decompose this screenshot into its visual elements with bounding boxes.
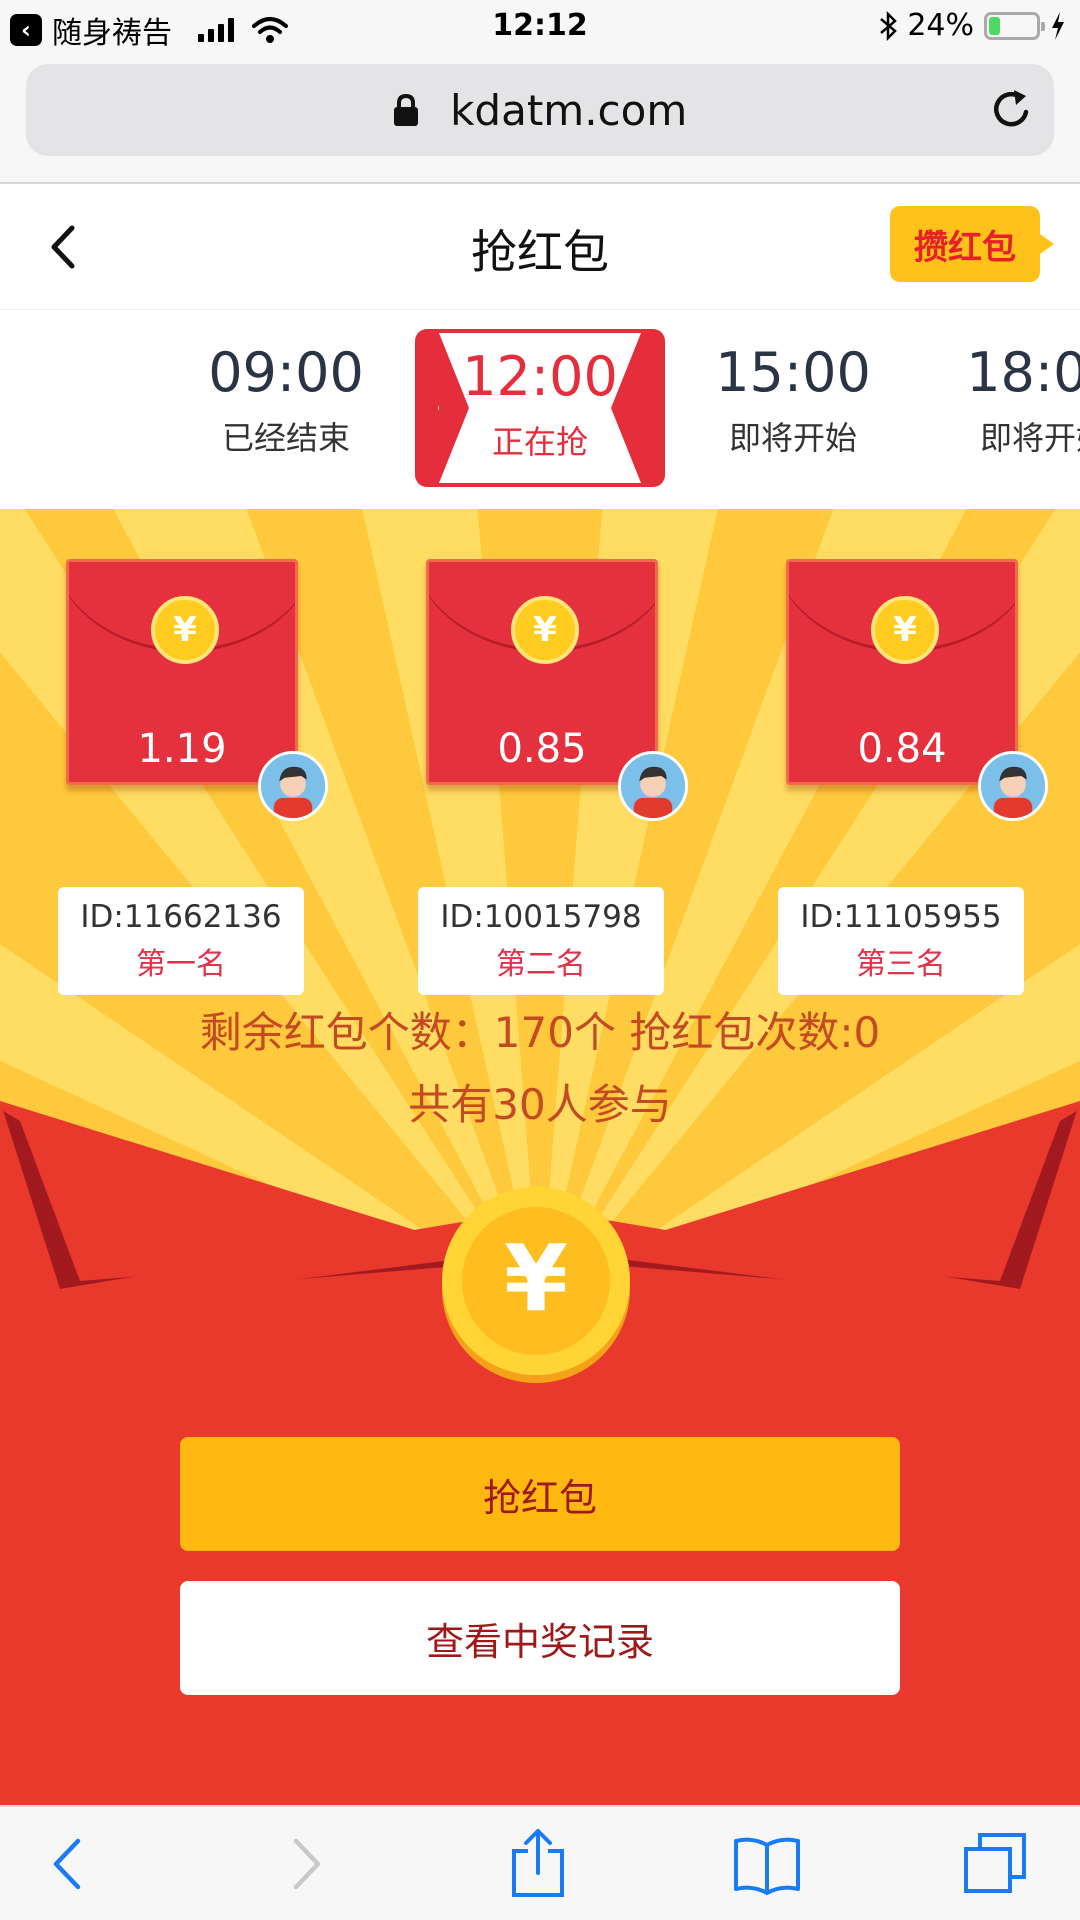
tabs-icon[interactable] [962,1831,1028,1895]
tab-status: 已经结束 [221,419,350,457]
bookmarks-icon[interactable] [732,1835,802,1895]
url-text[interactable]: kdatm.com [450,86,687,135]
tab-status: 正在抢 [491,423,588,461]
tab-time: 09:00 [208,341,364,404]
yen-coin-icon: ¥ [511,596,579,664]
remaining-packets-info: 剩余红包个数：170个 抢红包次数:0 [199,1008,881,1057]
tab-0900[interactable]: 09:00 已经结束 [186,341,386,459]
packet-amount: 1.19 [137,726,227,772]
red-packet-stage: ¥ ¥ 1.19 ID:11662136 第一名 ¥ 0.85 ID:10015… [0,509,1080,1805]
browser-address-area: kdatm.com [0,54,1080,184]
red-packet: ¥ 1.19 [66,559,298,785]
collect-red-packet-button[interactable]: 攒红包 [890,206,1054,282]
tab-1500[interactable]: 15:00 即将开始 [693,341,893,459]
share-icon[interactable] [510,1827,566,1899]
tab-1200[interactable]: 12:00 正在抢 [415,329,665,487]
grab-red-packet-button[interactable]: 抢红包 [180,1437,900,1551]
winner-rank: 第三名 [856,947,946,982]
tab-time: 15:00 [715,341,871,404]
packet-amount: 0.84 [857,726,947,772]
address-bar[interactable]: kdatm.com [26,64,1054,156]
battery-percent: 24% [907,8,974,43]
tab-1800[interactable]: 18:00 即将开始 [944,341,1080,459]
back-icon[interactable] [50,1835,84,1893]
reload-icon[interactable] [990,86,1034,132]
participants-info: 共有30人参与 [408,1080,672,1129]
winner-id: ID:10015798 [440,899,642,935]
charging-icon [1052,11,1064,40]
page-header: 抢红包 攒红包 [0,186,1080,310]
winner-id-box: ID:11662136 第一名 [58,887,304,995]
red-packet: ¥ 0.85 [426,559,658,785]
tab-time: 12:00 [462,345,618,408]
yen-coin-icon: ¥ [871,596,939,664]
winner-id: ID:11662136 [80,899,282,935]
browser-toolbar [0,1805,1080,1920]
bluetooth-icon [880,10,898,41]
time-slot-tabs: 09:00 已经结束 12:00 正在抢 15:00 即将开始 18:00 即将… [0,311,1080,509]
winner-rank: 第二名 [496,947,586,982]
user-avatar [978,751,1048,821]
lock-icon [393,93,418,126]
yen-coin-icon: ¥ [151,596,219,664]
user-avatar [618,751,688,821]
battery-icon [984,11,1045,40]
tab-status: 即将开始 [979,419,1080,457]
tab-status: 即将开始 [728,419,857,457]
winner-id-box: ID:11105955 第三名 [778,887,1024,995]
packet-amount: 0.85 [497,726,587,772]
red-packet: ¥ 0.84 [786,559,1018,785]
winner-id: ID:11105955 [800,899,1002,935]
winner-rank: 第一名 [136,947,226,982]
forward-icon[interactable] [290,1835,324,1893]
tab-time: 18:00 [966,341,1080,404]
status-bar: ‹ 随身祷告 12:12 24% [0,0,1080,54]
view-records-button[interactable]: 查看中奖记录 [180,1581,900,1695]
winner-id-box: ID:10015798 第二名 [418,887,664,995]
user-avatar [258,751,328,821]
big-yen-coin-icon: ¥ [503,1225,568,1332]
